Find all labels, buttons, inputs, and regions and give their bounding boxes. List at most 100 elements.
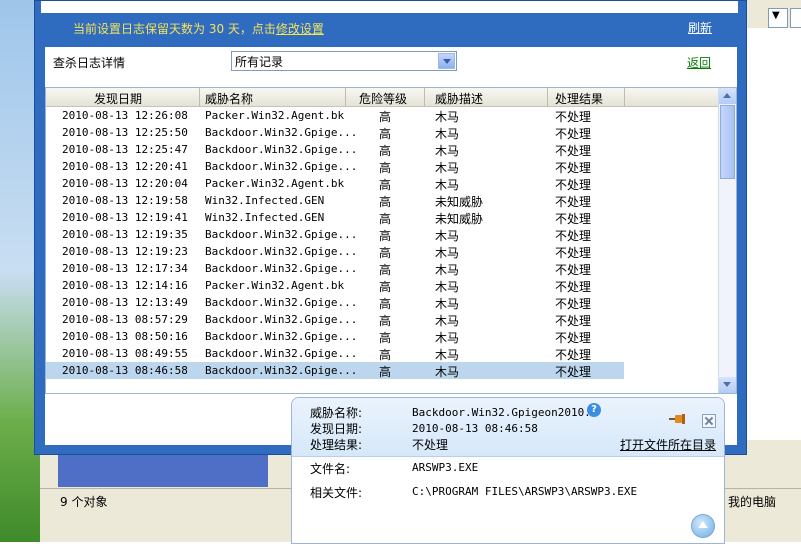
column-header-date[interactable]: 发现日期	[94, 90, 142, 107]
threat-detail-popup: 威胁名称: Backdoor.Win32.Gpigeon2010.a ? 发现日…	[291, 397, 725, 544]
cell-risk-level: 高	[379, 127, 392, 141]
cell-result: 不处理	[555, 280, 592, 294]
cell-description: 木马	[435, 263, 460, 277]
collapse-up-icon[interactable]	[691, 514, 715, 538]
chevron-down-icon[interactable]	[438, 53, 455, 69]
record-filter-select[interactable]: 所有记录	[231, 51, 457, 71]
cell-threat-name: Win32.Infected.GEN	[205, 211, 325, 224]
table-row[interactable]: 2010-08-13 12:17:34 Backdoor.Win32.Gpige.…	[46, 260, 718, 277]
cell-date: 2010-08-13 08:57:29	[62, 313, 188, 326]
table-row[interactable]: 2010-08-13 12:25:47 Backdoor.Win32.Gpige.…	[46, 141, 718, 158]
cell-risk-level: 高	[379, 297, 392, 311]
scroll-thumb[interactable]	[720, 105, 735, 179]
object-count: 9 个对象	[60, 495, 108, 509]
cell-threat-name: Packer.Win32.Agent.bk	[205, 279, 345, 292]
column-header-threat-name[interactable]: 威胁名称	[205, 90, 253, 107]
cell-result: 不处理	[555, 246, 592, 260]
explorer-right-pane: ▼	[746, 0, 801, 440]
table-row[interactable]: 2010-08-13 08:50:16 Backdoor.Win32.Gpige.…	[46, 328, 718, 345]
cell-date: 2010-08-13 12:19:58	[62, 194, 188, 207]
cell-date: 2010-08-13 08:49:55	[62, 347, 188, 360]
chevron-down-icon: ▼	[772, 10, 780, 21]
table-row[interactable]: 2010-08-13 12:13:49 Backdoor.Win32.Gpige.…	[46, 294, 718, 311]
table-row[interactable]: 2010-08-13 12:26:08 Packer.Win32.Agent.bk…	[46, 107, 718, 124]
column-divider[interactable]	[345, 88, 346, 106]
cell-description: 木马	[435, 161, 460, 175]
table-scrollbar[interactable]	[718, 88, 736, 393]
my-computer-label: 我的电脑	[728, 495, 777, 509]
open-folder-link[interactable]: 打开文件所在目录	[620, 436, 716, 453]
column-divider[interactable]	[624, 88, 625, 106]
table-row[interactable]: 2010-08-13 12:19:41 Win32.Infected.GEN 高 未知…	[46, 209, 718, 226]
found-date-value: 2010-08-13 08:46:58	[412, 422, 538, 435]
table-row[interactable]: 2010-08-13 12:19:58 Win32.Infected.GEN 高 未知…	[46, 192, 718, 209]
column-divider[interactable]	[199, 88, 200, 106]
cell-result: 不处理	[555, 314, 592, 328]
column-divider[interactable]	[424, 88, 425, 106]
cell-date: 2010-08-13 12:25:47	[62, 143, 188, 156]
cell-description: 木马	[435, 246, 460, 260]
cell-date: 2010-08-13 12:19:23	[62, 245, 188, 258]
cell-result: 不处理	[555, 348, 592, 362]
record-filter-value: 所有记录	[235, 55, 284, 69]
cell-threat-name: Packer.Win32.Agent.bk	[205, 109, 345, 122]
table-header: 发现日期 威胁名称 危险等级 威胁描述 处理结果	[46, 88, 718, 107]
column-header-description[interactable]: 威胁描述	[435, 90, 483, 107]
cell-date: 2010-08-13 08:46:58	[62, 364, 188, 377]
cell-date: 2010-08-13 12:14:16	[62, 279, 188, 292]
table-row[interactable]: 2010-08-13 12:14:16 Packer.Win32.Agent.bk…	[46, 277, 718, 294]
cell-risk-level: 高	[379, 348, 392, 362]
cell-result: 不处理	[555, 127, 592, 141]
log-table: 发现日期 威胁名称 危险等级 威胁描述 处理结果 2010-08-13 12:2…	[45, 87, 737, 394]
cell-threat-name: Backdoor.Win32.Gpige...	[205, 245, 358, 258]
table-row[interactable]: 2010-08-13 12:20:04 Packer.Win32.Agent.bk…	[46, 175, 718, 192]
cell-threat-name: Packer.Win32.Agent.bk	[205, 177, 345, 190]
cell-description: 木马	[435, 110, 460, 124]
table-row[interactable]: 2010-08-13 08:57:29 Backdoor.Win32.Gpige.…	[46, 311, 718, 328]
address-dropdown[interactable]: ▼	[768, 8, 788, 28]
scroll-up-icon[interactable]	[719, 88, 736, 104]
table-row[interactable]: 2010-08-13 12:19:35 Backdoor.Win32.Gpige.…	[46, 226, 718, 243]
table-row[interactable]: 2010-08-13 08:49:55 Backdoor.Win32.Gpige.…	[46, 345, 718, 362]
filename-value: ARSWP3.EXE	[412, 461, 479, 474]
column-header-result[interactable]: 处理结果	[555, 90, 603, 107]
scan-log-dialog: 当前设置日志保留天数为 30 天，点击修改设置 刷新 查杀日志详情 所有记录 返…	[34, 0, 747, 455]
refresh-link[interactable]: 刷新	[688, 19, 712, 36]
cell-date: 2010-08-13 12:25:50	[62, 126, 188, 139]
cell-risk-level: 高	[379, 263, 392, 277]
cell-risk-level: 高	[379, 110, 392, 124]
cell-risk-level: 高	[379, 365, 392, 379]
table-body: 2010-08-13 12:26:08 Packer.Win32.Agent.bk…	[46, 107, 718, 379]
cell-risk-level: 高	[379, 178, 392, 192]
explorer-content-area	[746, 28, 801, 440]
cell-result: 不处理	[555, 331, 592, 345]
cell-date: 2010-08-13 12:17:34	[62, 262, 188, 275]
column-divider[interactable]	[547, 88, 548, 106]
threat-name-value: Backdoor.Win32.Gpigeon2010.a	[412, 406, 598, 419]
modify-settings-link[interactable]: 修改设置	[276, 22, 324, 36]
cell-threat-name: Backdoor.Win32.Gpige...	[205, 160, 358, 173]
pin-icon[interactable]	[669, 414, 685, 424]
cell-risk-level: 高	[379, 212, 392, 226]
threat-detail-header: 威胁名称: Backdoor.Win32.Gpigeon2010.a ? 发现日…	[292, 398, 724, 457]
column-header-risk-level[interactable]: 危险等级	[359, 90, 407, 107]
cell-result: 不处理	[555, 178, 592, 192]
cell-threat-name: Backdoor.Win32.Gpige...	[205, 313, 358, 326]
table-row[interactable]: 2010-08-13 12:19:23 Backdoor.Win32.Gpige.…	[46, 243, 718, 260]
cell-risk-level: 高	[379, 280, 392, 294]
retention-notice: 当前设置日志保留天数为 30 天，点击修改设置	[73, 20, 324, 37]
table-row[interactable]: 2010-08-13 08:46:58 Backdoor.Win32.Gpige.…	[46, 362, 624, 379]
filename-label: 文件名:	[310, 462, 351, 476]
back-link[interactable]: 返回	[687, 54, 711, 71]
cell-result: 不处理	[555, 297, 592, 311]
cell-date: 2010-08-13 12:19:35	[62, 228, 188, 241]
table-row[interactable]: 2010-08-13 12:20:41 Backdoor.Win32.Gpige.…	[46, 158, 718, 175]
cell-description: 木马	[435, 178, 460, 192]
result-value: 不处理	[412, 438, 449, 452]
cell-threat-name: Backdoor.Win32.Gpige...	[205, 262, 358, 275]
table-row[interactable]: 2010-08-13 12:25:50 Backdoor.Win32.Gpige.…	[46, 124, 718, 141]
related-file-label: 相关文件:	[310, 486, 363, 500]
scroll-down-icon[interactable]	[719, 377, 736, 393]
help-icon[interactable]: ?	[587, 403, 601, 417]
close-icon[interactable]	[702, 414, 716, 428]
